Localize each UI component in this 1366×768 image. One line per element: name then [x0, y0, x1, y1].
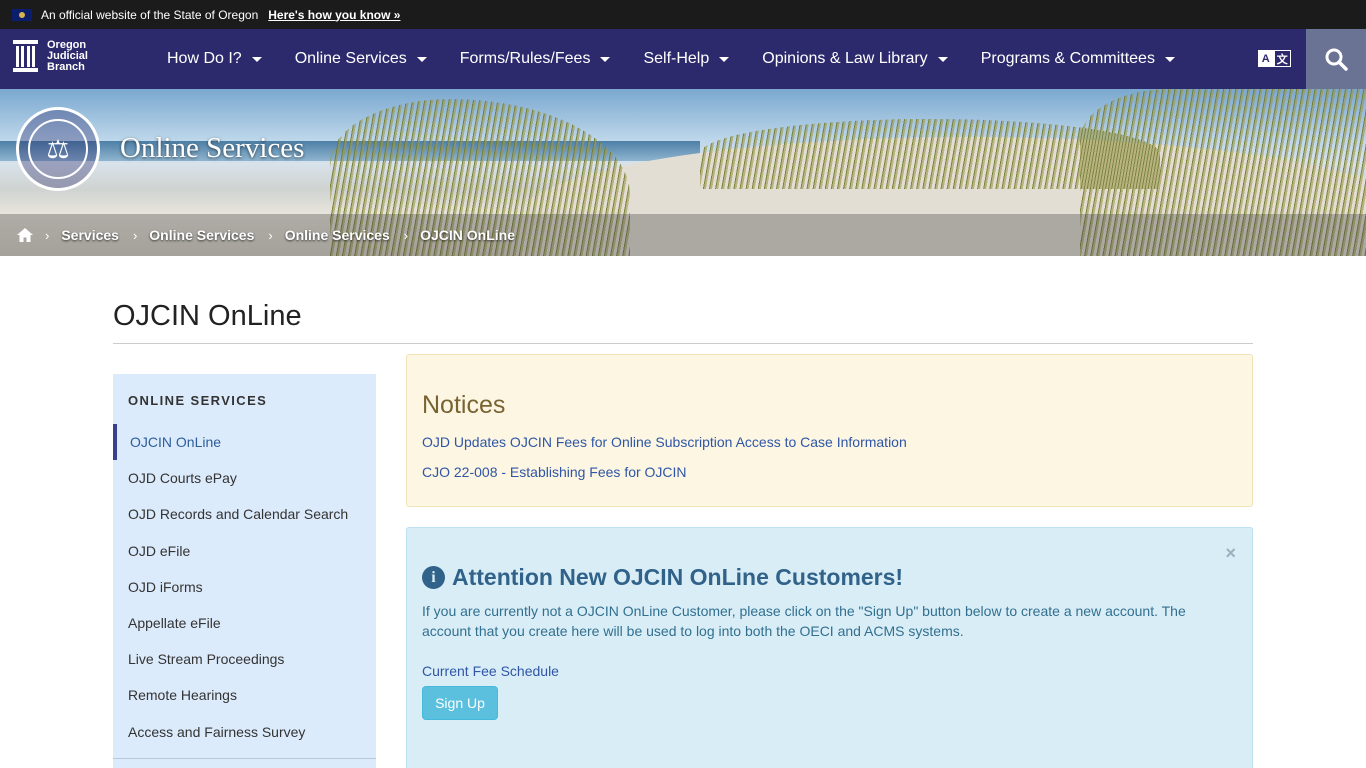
chevron-right-icon: ›: [403, 227, 409, 243]
nav-self-help[interactable]: Self-Help: [643, 50, 730, 68]
title-divider: [113, 343, 1253, 344]
caret-down-icon: [251, 56, 262, 62]
breadcrumb: › Services › Online Services › Online Se…: [0, 214, 1366, 256]
search-icon: [1325, 48, 1348, 71]
caret-down-icon: [1164, 56, 1175, 62]
nav-programs-committees[interactable]: Programs & Committees: [981, 50, 1175, 68]
caret-down-icon: [937, 56, 948, 62]
sidebar-item-iforms[interactable]: OJD iForms: [113, 569, 376, 605]
alert-title: i Attention New OJCIN OnLine Customers!: [422, 564, 903, 591]
logo-text: Oregon Judicial Branch: [47, 38, 88, 73]
page-title: OJCIN OnLine: [113, 300, 302, 332]
search-button[interactable]: [1306, 29, 1366, 89]
official-banner: An official website of the State of Oreg…: [0, 0, 1366, 29]
sidebar-item-remote-hearings[interactable]: Remote Hearings: [113, 677, 376, 713]
nav-label: Programs & Committees: [980, 50, 1155, 67]
caret-down-icon: [416, 56, 427, 62]
nav-label: Self-Help: [643, 50, 710, 67]
notices-title: Notices: [422, 391, 506, 419]
how-you-know-link[interactable]: Here's how you know »: [268, 8, 400, 22]
sidebar-item-records-calendar[interactable]: OJD Records and Calendar Search: [113, 496, 376, 532]
new-customer-alert: × i Attention New OJCIN OnLine Customers…: [406, 527, 1253, 768]
logo-line-1: Oregon: [47, 38, 87, 51]
scales-icon: ⚖: [28, 119, 88, 179]
main-menu: How Do I? Online Services Forms/Rules/Fe…: [167, 29, 1208, 89]
sidebar-item-efile[interactable]: OJD eFile: [113, 533, 376, 569]
breadcrumb-current: OJCIN OnLine: [420, 227, 516, 243]
sidebar-item-live-stream[interactable]: Live Stream Proceedings: [113, 641, 376, 677]
notice-link-fees-update[interactable]: OJD Updates OJCIN Fees for Online Subscr…: [422, 434, 907, 450]
sidebar-item-courts-epay[interactable]: OJD Courts ePay: [113, 460, 376, 496]
sidebar-list: OJCIN OnLine OJD Courts ePay OJD Records…: [113, 424, 376, 750]
info-icon: i: [422, 566, 445, 589]
sidebar-item-ojcin-online[interactable]: OJCIN OnLine: [113, 424, 376, 461]
sidebar: ONLINE SERVICES OJCIN OnLine OJD Courts …: [113, 374, 376, 768]
judicial-department-seal: ⚖: [16, 107, 100, 191]
nav-opinions-law-library[interactable]: Opinions & Law Library: [762, 50, 948, 68]
breadcrumb-online-services-2[interactable]: Online Services: [285, 227, 390, 243]
chevron-right-icon: ›: [132, 227, 138, 243]
sidebar-divider: [113, 758, 376, 759]
pillar-logo-icon: [13, 40, 38, 72]
breadcrumb-services[interactable]: Services: [61, 227, 119, 243]
chevron-right-icon: ›: [45, 227, 50, 243]
notices-panel: Notices OJD Updates OJCIN Fees for Onlin…: [406, 354, 1253, 507]
sign-up-button[interactable]: Sign Up: [422, 686, 498, 720]
oregon-flag-icon: [12, 8, 32, 21]
notice-link-cjo-22-008[interactable]: CJO 22-008 - Establishing Fees for OJCIN: [422, 464, 687, 480]
sidebar-item-access-fairness-survey[interactable]: Access and Fairness Survey: [113, 714, 376, 750]
sidebar-item-appellate-efile[interactable]: Appellate eFile: [113, 605, 376, 641]
logo-line-3: Branch: [47, 60, 85, 73]
sidebar-heading: ONLINE SERVICES: [128, 393, 268, 408]
translate-icon[interactable]: A 文: [1258, 50, 1291, 67]
caret-down-icon: [719, 56, 730, 62]
caret-down-icon: [600, 56, 611, 62]
alert-text: If you are currently not a OJCIN OnLine …: [422, 603, 1186, 639]
nav-label: Forms/Rules/Fees: [459, 50, 591, 67]
alert-title-text: Attention New OJCIN OnLine Customers!: [452, 564, 904, 590]
translate-latin-glyph: A: [1258, 50, 1274, 67]
ojd-logo[interactable]: Oregon Judicial Branch: [12, 39, 88, 73]
home-icon[interactable]: [17, 228, 33, 242]
nav-label: How Do I?: [167, 50, 242, 67]
close-icon[interactable]: ×: [1225, 543, 1236, 564]
nav-online-services[interactable]: Online Services: [295, 50, 427, 68]
translate-cjk-glyph: 文: [1273, 50, 1291, 67]
nav-label: Online Services: [294, 50, 407, 67]
breadcrumb-online-services[interactable]: Online Services: [149, 227, 254, 243]
hero-banner: ⚖ Online Services › Services › Online Se…: [0, 89, 1366, 256]
logo-line-2: Judicial: [47, 49, 88, 62]
nav-forms-rules-fees[interactable]: Forms/Rules/Fees: [460, 50, 611, 68]
hero-title: Online Services: [120, 132, 305, 164]
nav-how-do-i[interactable]: How Do I?: [167, 50, 262, 68]
current-fee-schedule-link[interactable]: Current Fee Schedule: [422, 663, 559, 679]
main-navbar: Oregon Judicial Branch How Do I? Online …: [0, 29, 1366, 89]
chevron-right-icon: ›: [268, 227, 273, 243]
nav-label: Opinions & Law Library: [762, 50, 928, 67]
official-banner-text: An official website of the State of Oreg…: [41, 7, 259, 22]
